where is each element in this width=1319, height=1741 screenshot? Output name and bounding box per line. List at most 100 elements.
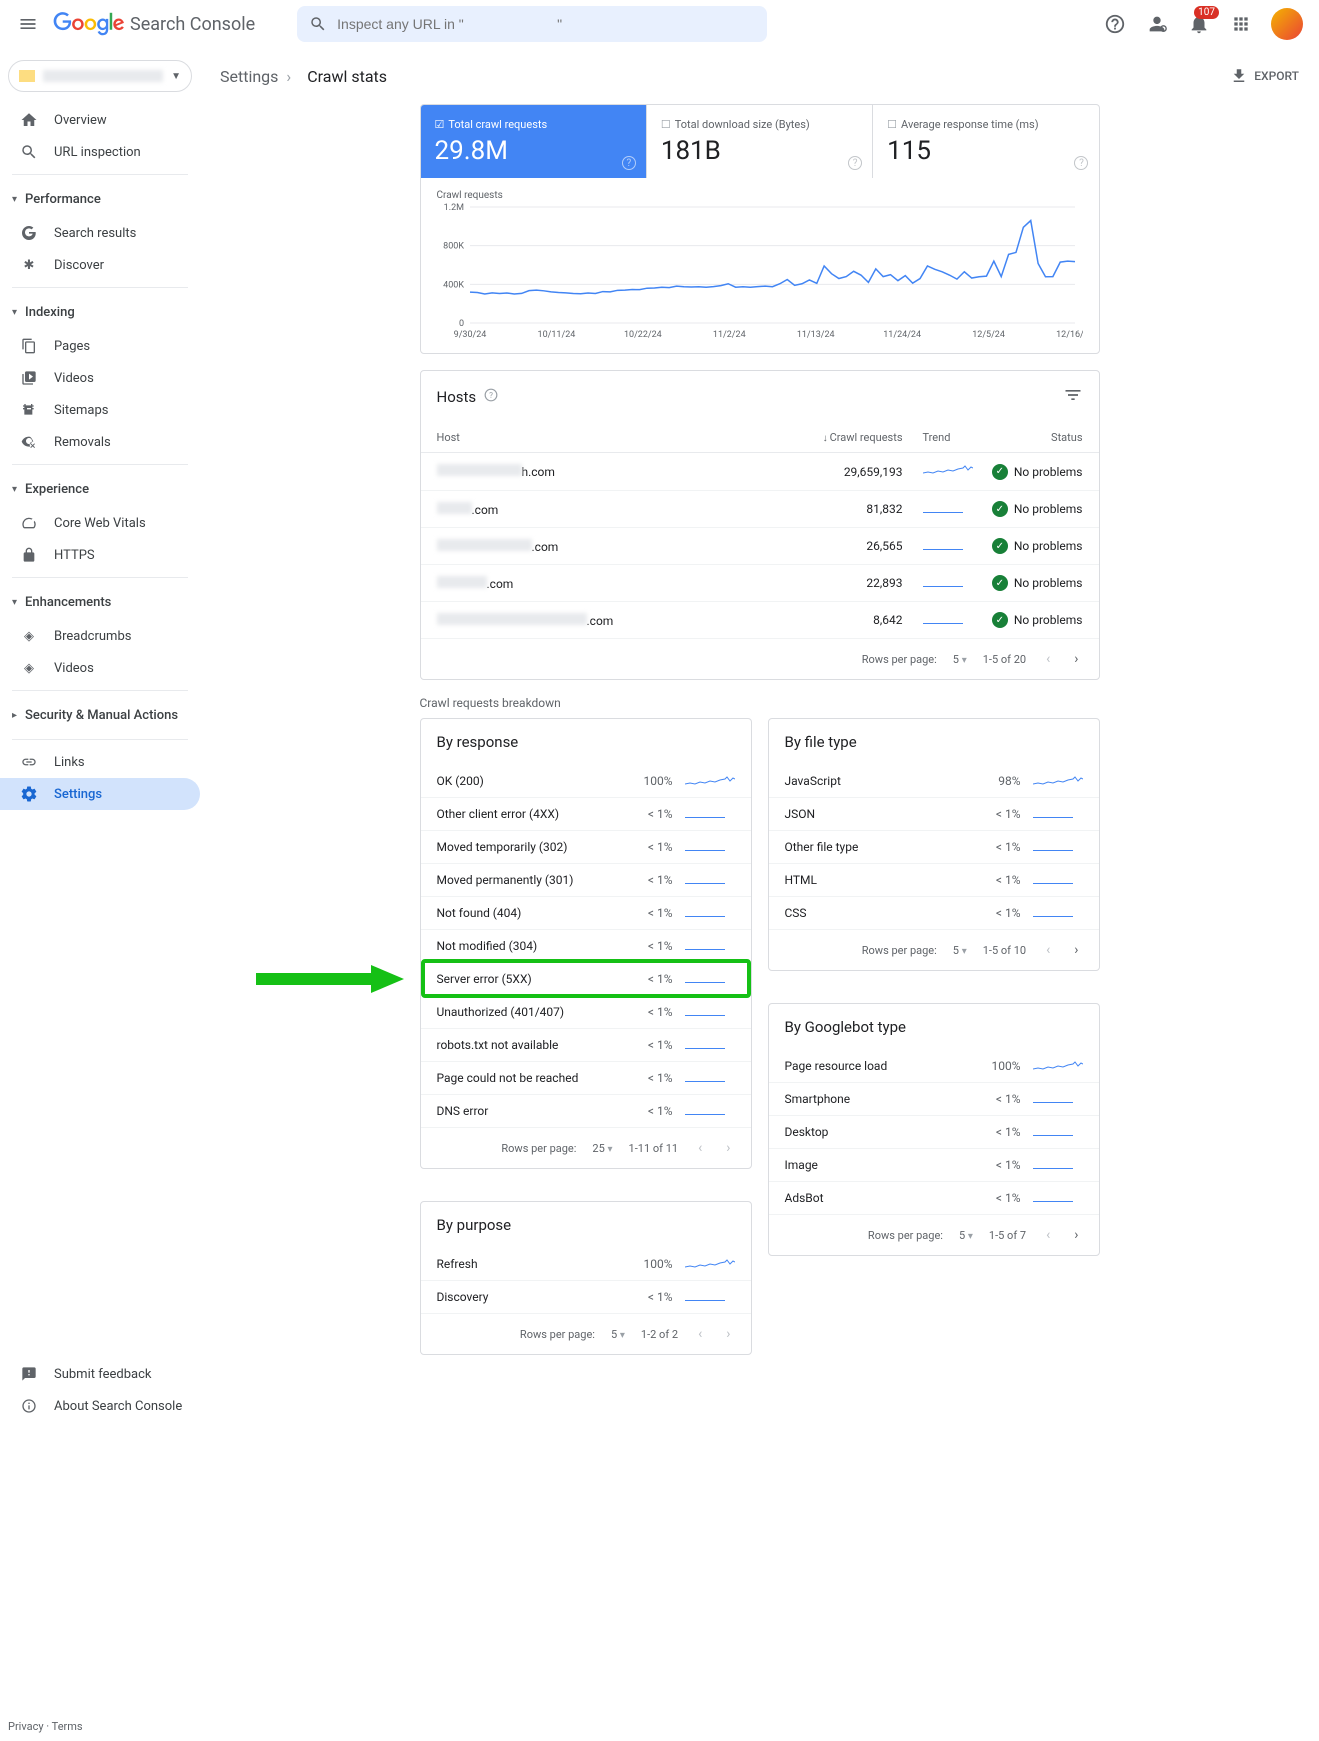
chevron-down-icon: ▾	[962, 655, 967, 666]
pager-prev[interactable]: ‹	[694, 1322, 706, 1346]
host-row[interactable]: .com 22,893 ✓No problems	[421, 565, 1099, 602]
help-icon[interactable]: ?	[1074, 156, 1088, 170]
nav-pages[interactable]: Pages	[0, 330, 200, 362]
pager-size[interactable]: 25 ▾	[592, 1142, 612, 1155]
host-row[interactable]: .com 26,565 ✓No problems	[421, 528, 1099, 565]
filter-icon[interactable]	[1063, 385, 1083, 409]
breakdown-row[interactable]: Page resource load 100%	[769, 1050, 1099, 1083]
notifications-icon[interactable]: 107	[1187, 12, 1211, 36]
pager-prev[interactable]: ‹	[694, 1136, 706, 1160]
pager-size[interactable]: 5 ▾	[611, 1328, 625, 1341]
nav-cwv[interactable]: Core Web Vitals	[0, 507, 200, 539]
pager-next[interactable]: ›	[1070, 647, 1082, 671]
pager-size[interactable]: 5 ▾	[959, 1229, 973, 1242]
breakdown-row[interactable]: OK (200) 100%	[421, 765, 751, 798]
pager-next[interactable]: ›	[1070, 1223, 1082, 1247]
nav-discover[interactable]: ✱Discover	[0, 249, 200, 281]
breadcrumb-current: Crawl stats	[307, 67, 387, 86]
pager-next[interactable]: ›	[1070, 938, 1082, 962]
help-icon[interactable]: ?	[622, 156, 636, 170]
breakdown-row[interactable]: Unauthorized (401/407) < 1%	[421, 996, 751, 1029]
breakdown-row[interactable]: Moved temporarily (302) < 1%	[421, 831, 751, 864]
nav-links[interactable]: Links	[0, 746, 200, 778]
host-row[interactable]: h.com 29,659,193 ✓No problems	[421, 453, 1099, 491]
export-button[interactable]: EXPORT	[1230, 67, 1299, 85]
svg-text:400K: 400K	[443, 280, 464, 290]
host-row[interactable]: .com 8,642 ✓No problems	[421, 602, 1099, 639]
pager-next[interactable]: ›	[722, 1136, 734, 1160]
nav-enhancements-header[interactable]: ▾Enhancements	[0, 584, 200, 620]
breadcrumb-parent[interactable]: Settings	[220, 67, 278, 86]
checkbox-icon: ☐	[661, 118, 671, 131]
col-trend: Trend	[903, 431, 973, 444]
breakdown-row[interactable]: Smartphone < 1%	[769, 1083, 1099, 1116]
nav-feedback[interactable]: Submit feedback	[0, 1358, 200, 1390]
help-icon[interactable]: ?	[848, 156, 862, 170]
nav-https[interactable]: HTTPS	[0, 539, 200, 571]
diamond-icon: ◈	[20, 659, 38, 677]
breakdown-row[interactable]: Page could not be reached < 1%	[421, 1062, 751, 1095]
nav-sitemaps[interactable]: Sitemaps	[0, 394, 200, 426]
pager-prev[interactable]: ‹	[1042, 938, 1054, 962]
breakdown-row[interactable]: Discovery < 1%	[421, 1281, 751, 1314]
metric-tab-response[interactable]: ☐Average response time (ms) 115 ?	[873, 105, 1098, 178]
breakdown-row[interactable]: Desktop < 1%	[769, 1116, 1099, 1149]
nav-experience-header[interactable]: ▾Experience	[0, 471, 200, 507]
by-response-title: By response	[437, 733, 519, 751]
url-input[interactable]	[337, 16, 755, 32]
nav-settings[interactable]: Settings	[0, 778, 200, 810]
url-inspect-search[interactable]	[297, 6, 767, 42]
breakdown-row[interactable]: Other file type < 1%	[769, 831, 1099, 864]
nav-search-results[interactable]: Search results	[0, 217, 200, 249]
breakdown-row[interactable]: AdsBot < 1%	[769, 1182, 1099, 1215]
info-icon	[20, 1397, 38, 1415]
pager-next[interactable]: ›	[722, 1322, 734, 1346]
metric-tab-download[interactable]: ☐Total download size (Bytes) 181B ?	[647, 105, 873, 178]
privacy-link[interactable]: Privacy	[8, 1720, 44, 1733]
breakdown-row[interactable]: Other client error (4XX) < 1%	[421, 798, 751, 831]
pager-prev[interactable]: ‹	[1042, 1223, 1054, 1247]
nav-url-inspection[interactable]: URL inspection	[0, 136, 200, 168]
breakdown-row[interactable]: CSS < 1%	[769, 897, 1099, 930]
chevron-down-icon: ▼	[171, 71, 181, 82]
help-icon[interactable]: ?	[484, 388, 498, 406]
nav-performance-header[interactable]: ▾Performance	[0, 181, 200, 217]
breakdown-row[interactable]: Server error (5XX) < 1%	[421, 963, 751, 996]
nav-removals[interactable]: Removals	[0, 426, 200, 458]
avatar[interactable]	[1271, 8, 1303, 40]
by-purpose-title: By purpose	[437, 1216, 512, 1234]
breakdown-row[interactable]: Image < 1%	[769, 1149, 1099, 1182]
pager-size[interactable]: 5 ▾	[953, 653, 967, 666]
svg-text:9/30/24: 9/30/24	[453, 330, 486, 340]
nav-about[interactable]: About Search Console	[0, 1390, 200, 1422]
nav-breadcrumbs[interactable]: ◈Breadcrumbs	[0, 620, 200, 652]
nav-security-header[interactable]: ▸Security & Manual Actions	[0, 697, 200, 733]
host-row[interactable]: .com 81,832 ✓No problems	[421, 491, 1099, 528]
breakdown-row[interactable]: Not modified (304) < 1%	[421, 930, 751, 963]
breakdown-row[interactable]: Refresh 100%	[421, 1248, 751, 1281]
breakdown-row[interactable]: Moved permanently (301) < 1%	[421, 864, 751, 897]
hosts-title: Hosts	[437, 388, 477, 406]
breakdown-row[interactable]: robots.txt not available < 1%	[421, 1029, 751, 1062]
by-filetype-card: By file type JavaScript 98% JSON < 1% Ot…	[768, 718, 1100, 971]
nav-videos2[interactable]: ◈Videos	[0, 652, 200, 684]
apps-icon[interactable]	[1229, 12, 1253, 36]
nav-indexing-header[interactable]: ▾Indexing	[0, 294, 200, 330]
terms-link[interactable]: Terms	[52, 1720, 83, 1733]
property-selector[interactable]: ▼	[8, 60, 192, 92]
breakdown-row[interactable]: Not found (404) < 1%	[421, 897, 751, 930]
pager-size[interactable]: 5 ▾	[953, 944, 967, 957]
col-requests[interactable]: ↓Crawl requests	[813, 431, 903, 444]
pager-prev[interactable]: ‹	[1042, 647, 1054, 671]
menu-icon[interactable]	[16, 12, 40, 36]
breakdown-row[interactable]: DNS error < 1%	[421, 1095, 751, 1128]
breakdown-row[interactable]: JSON < 1%	[769, 798, 1099, 831]
help-icon[interactable]	[1103, 12, 1127, 36]
nav-overview[interactable]: Overview	[0, 104, 200, 136]
svg-text:12/5/24: 12/5/24	[972, 330, 1005, 340]
breakdown-row[interactable]: HTML < 1%	[769, 864, 1099, 897]
metric-tab-total[interactable]: ☑Total crawl requests 29.8M ?	[421, 105, 647, 178]
nav-videos[interactable]: Videos	[0, 362, 200, 394]
breakdown-row[interactable]: JavaScript 98%	[769, 765, 1099, 798]
users-icon[interactable]	[1145, 12, 1169, 36]
